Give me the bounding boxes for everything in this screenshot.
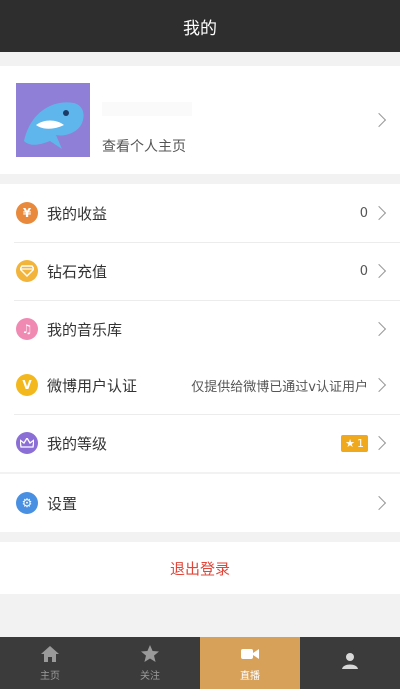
v-badge-icon: V (16, 374, 38, 396)
menu-item-music-library[interactable]: ♫ 我的音乐库 (0, 300, 400, 358)
username-placeholder (102, 102, 192, 116)
crown-icon (16, 432, 38, 454)
menu-item-label: 钻石充值 (47, 262, 108, 281)
dolphin-icon (16, 83, 90, 157)
chevron-right-icon (371, 205, 387, 221)
top-bar: 我的 (0, 0, 400, 52)
diamond-value: 0 (359, 263, 368, 279)
chevron-right-icon (371, 435, 387, 451)
menu-item-earnings[interactable]: ¥ 我的收益 0 (0, 184, 400, 242)
menu-group-3: ⚙ 设置 (0, 474, 400, 532)
tab-label: 关注 (140, 670, 160, 682)
menu-group-2: V 微博用户认证 仅提供给微博已通过v认证用户 我的等级 ★ 1 (0, 356, 400, 472)
menu-item-label: 我的收益 (47, 204, 108, 223)
home-icon (41, 645, 59, 662)
tab-home[interactable]: 主页 (0, 637, 100, 689)
chevron-right-icon (371, 263, 387, 279)
chevron-right-icon (371, 495, 387, 511)
chevron-right-icon (371, 377, 387, 393)
menu-item-settings[interactable]: ⚙ 设置 (0, 474, 400, 532)
gear-icon: ⚙ (16, 492, 38, 514)
menu-item-label: 我的等级 (47, 434, 108, 453)
menu-item-diamond-recharge[interactable]: 钻石充值 0 (0, 242, 400, 300)
avatar[interactable] (16, 83, 90, 157)
user-icon (342, 653, 358, 669)
menu-group-1: ¥ 我的收益 0 钻石充值 0 ♫ 我的音乐库 (0, 184, 400, 358)
level-value: 1 (356, 436, 364, 450)
earnings-value: 0 (359, 205, 368, 221)
view-profile-link[interactable]: 查看个人主页 (102, 136, 186, 156)
tab-label: 主页 (40, 670, 60, 682)
logout-button[interactable]: 退出登录 (0, 542, 400, 594)
profile-card[interactable]: 查看个人主页 (0, 66, 400, 174)
diamond-icon (16, 260, 38, 282)
star-icon (141, 644, 159, 662)
menu-item-label: 我的音乐库 (47, 320, 123, 339)
verify-hint: 仅提供给微博已通过v认证用户 (191, 379, 368, 395)
chevron-right-icon (371, 321, 387, 337)
bottom-tab-bar: 主页 关注 直播 (0, 637, 400, 689)
music-icon: ♫ (16, 318, 38, 340)
chevron-right-icon (371, 112, 387, 128)
tab-follow[interactable]: 关注 (100, 637, 200, 689)
level-badge: ★ 1 (341, 434, 368, 452)
tab-profile[interactable] (300, 637, 400, 689)
menu-item-label: 微博用户认证 (47, 376, 138, 395)
star-icon: ★ (345, 436, 355, 450)
menu-item-weibo-verify[interactable]: V 微博用户认证 仅提供给微博已通过v认证用户 (0, 356, 400, 414)
video-camera-icon (241, 648, 259, 659)
menu-item-label: 设置 (47, 494, 78, 513)
tab-live[interactable]: 直播 (200, 637, 300, 689)
menu-item-level[interactable]: 我的等级 ★ 1 (0, 414, 400, 472)
tab-label: 直播 (240, 670, 260, 682)
yen-icon: ¥ (16, 202, 38, 224)
page-title: 我的 (183, 18, 217, 39)
